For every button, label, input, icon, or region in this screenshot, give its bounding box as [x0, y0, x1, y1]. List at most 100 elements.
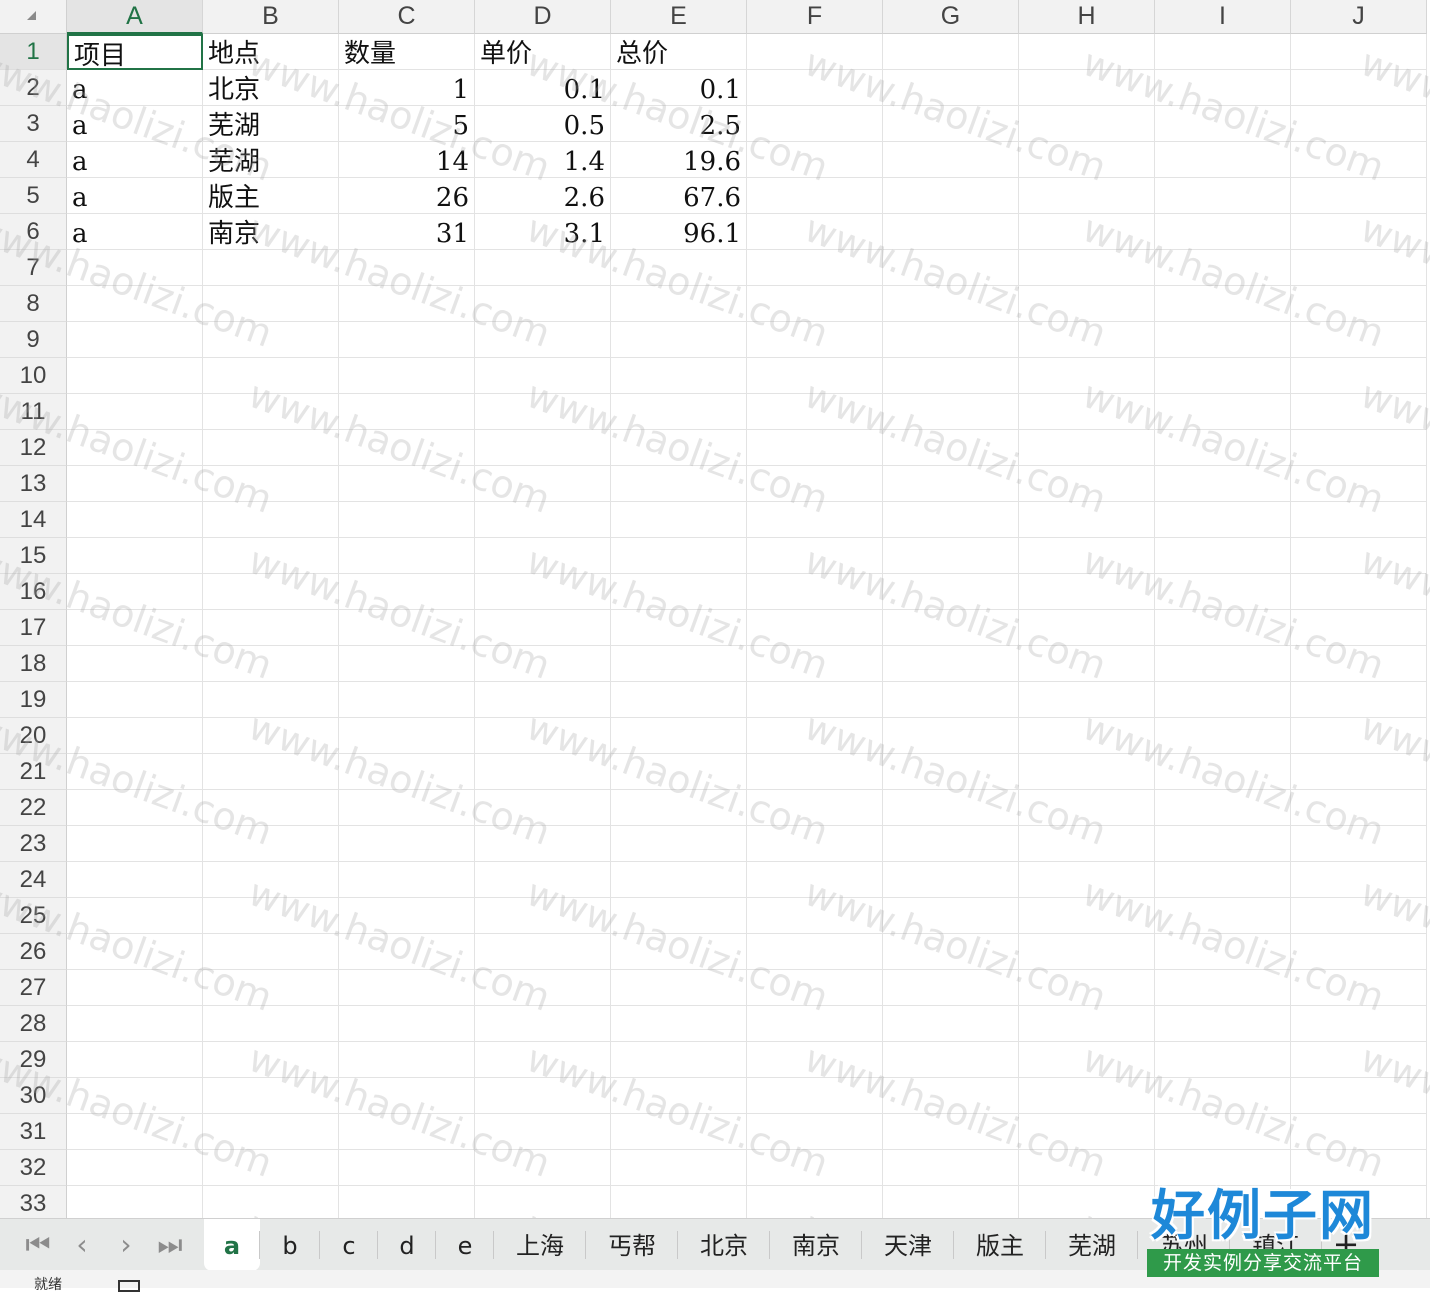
cell-j1[interactable] — [1291, 34, 1427, 70]
cell-i22[interactable] — [1155, 790, 1291, 826]
cell-d32[interactable] — [475, 1150, 611, 1186]
cell-f24[interactable] — [747, 862, 883, 898]
cell-c2[interactable]: 1 — [339, 70, 475, 106]
cell-c28[interactable] — [339, 1006, 475, 1042]
cell-e15[interactable] — [611, 538, 747, 574]
cell-j11[interactable] — [1291, 394, 1427, 430]
cell-c24[interactable] — [339, 862, 475, 898]
sheet-tab-8[interactable]: 南京 — [770, 1219, 862, 1271]
cell-j3[interactable] — [1291, 106, 1427, 142]
cell-j31[interactable] — [1291, 1114, 1427, 1150]
cell-a31[interactable] — [67, 1114, 203, 1150]
cell-h25[interactable] — [1019, 898, 1155, 934]
cell-j28[interactable] — [1291, 1006, 1427, 1042]
cell-b19[interactable] — [203, 682, 339, 718]
cell-j15[interactable] — [1291, 538, 1427, 574]
cell-i24[interactable] — [1155, 862, 1291, 898]
cell-d5[interactable]: 2.6 — [475, 178, 611, 214]
cell-f30[interactable] — [747, 1078, 883, 1114]
column-header-f[interactable]: F — [747, 0, 883, 34]
cell-d30[interactable] — [475, 1078, 611, 1114]
cell-c11[interactable] — [339, 394, 475, 430]
cell-b30[interactable] — [203, 1078, 339, 1114]
cell-j17[interactable] — [1291, 610, 1427, 646]
cell-e23[interactable] — [611, 826, 747, 862]
cell-e9[interactable] — [611, 322, 747, 358]
cell-f18[interactable] — [747, 646, 883, 682]
row-header[interactable]: 16 — [0, 574, 67, 610]
row-header[interactable]: 5 — [0, 178, 67, 214]
row-header[interactable]: 22 — [0, 790, 67, 826]
row-header[interactable]: 11 — [0, 394, 67, 430]
cell-i12[interactable] — [1155, 430, 1291, 466]
cell-a26[interactable] — [67, 934, 203, 970]
cell-f4[interactable] — [747, 142, 883, 178]
cell-c16[interactable] — [339, 574, 475, 610]
row-header[interactable]: 15 — [0, 538, 67, 574]
cell-d19[interactable] — [475, 682, 611, 718]
cell-f23[interactable] — [747, 826, 883, 862]
sheet-tab-10[interactable]: 版主 — [954, 1219, 1046, 1271]
cell-i6[interactable] — [1155, 214, 1291, 250]
select-all-corner[interactable] — [0, 0, 67, 34]
cell-h12[interactable] — [1019, 430, 1155, 466]
cell-f11[interactable] — [747, 394, 883, 430]
row-header[interactable]: 25 — [0, 898, 67, 934]
cell-g9[interactable] — [883, 322, 1019, 358]
cell-g3[interactable] — [883, 106, 1019, 142]
cell-i13[interactable] — [1155, 466, 1291, 502]
column-header-h[interactable]: H — [1019, 0, 1155, 34]
cell-g12[interactable] — [883, 430, 1019, 466]
cell-f25[interactable] — [747, 898, 883, 934]
sheet-tab-7[interactable]: 北京 — [678, 1219, 770, 1271]
cell-c30[interactable] — [339, 1078, 475, 1114]
cell-h6[interactable] — [1019, 214, 1155, 250]
cell-c29[interactable] — [339, 1042, 475, 1078]
cell-j21[interactable] — [1291, 754, 1427, 790]
cell-d7[interactable] — [475, 250, 611, 286]
cell-j24[interactable] — [1291, 862, 1427, 898]
cell-i3[interactable] — [1155, 106, 1291, 142]
cell-j26[interactable] — [1291, 934, 1427, 970]
cell-j13[interactable] — [1291, 466, 1427, 502]
row-header[interactable]: 17 — [0, 610, 67, 646]
cell-b3[interactable]: 芜湖 — [203, 106, 339, 142]
cell-e4[interactable]: 19.6 — [611, 142, 747, 178]
cell-b24[interactable] — [203, 862, 339, 898]
cell-i19[interactable] — [1155, 682, 1291, 718]
row-header[interactable]: 13 — [0, 466, 67, 502]
cell-e20[interactable] — [611, 718, 747, 754]
cell-h4[interactable] — [1019, 142, 1155, 178]
cell-d14[interactable] — [475, 502, 611, 538]
cell-j32[interactable] — [1291, 1150, 1427, 1186]
cell-i31[interactable] — [1155, 1114, 1291, 1150]
cell-i2[interactable] — [1155, 70, 1291, 106]
cell-b11[interactable] — [203, 394, 339, 430]
cell-j16[interactable] — [1291, 574, 1427, 610]
cell-e18[interactable] — [611, 646, 747, 682]
row-header[interactable]: 21 — [0, 754, 67, 790]
cell-j29[interactable] — [1291, 1042, 1427, 1078]
cell-d6[interactable]: 3.1 — [475, 214, 611, 250]
cell-i28[interactable] — [1155, 1006, 1291, 1042]
cell-b25[interactable] — [203, 898, 339, 934]
cell-h19[interactable] — [1019, 682, 1155, 718]
cell-e24[interactable] — [611, 862, 747, 898]
cell-e22[interactable] — [611, 790, 747, 826]
cell-e8[interactable] — [611, 286, 747, 322]
cell-h1[interactable] — [1019, 34, 1155, 70]
cell-a3[interactable]: a — [67, 106, 203, 142]
cell-e11[interactable] — [611, 394, 747, 430]
cell-d13[interactable] — [475, 466, 611, 502]
cell-d11[interactable] — [475, 394, 611, 430]
cell-b21[interactable] — [203, 754, 339, 790]
cell-h17[interactable] — [1019, 610, 1155, 646]
row-header[interactable]: 30 — [0, 1078, 67, 1114]
cell-h33[interactable] — [1019, 1186, 1155, 1218]
cell-d23[interactable] — [475, 826, 611, 862]
cell-j25[interactable] — [1291, 898, 1427, 934]
cell-i23[interactable] — [1155, 826, 1291, 862]
cell-j30[interactable] — [1291, 1078, 1427, 1114]
cell-e28[interactable] — [611, 1006, 747, 1042]
cell-h24[interactable] — [1019, 862, 1155, 898]
